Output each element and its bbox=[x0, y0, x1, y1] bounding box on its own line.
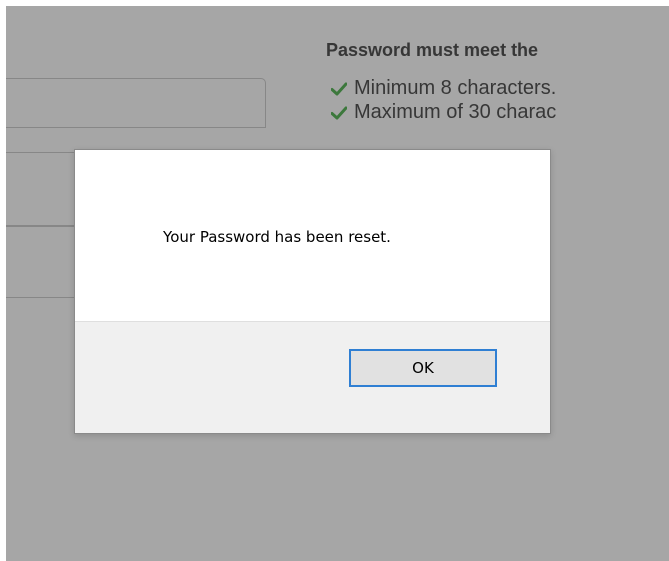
dialog-body: Your Password has been reset. bbox=[75, 150, 550, 321]
ok-button[interactable]: OK bbox=[349, 349, 497, 387]
dialog-message: Your Password has been reset. bbox=[163, 228, 391, 246]
dialog-footer: OK bbox=[75, 321, 550, 433]
page-viewport: Password must meet the Minimum 8 charact… bbox=[6, 6, 669, 561]
alert-dialog: Your Password has been reset. OK bbox=[74, 149, 551, 434]
